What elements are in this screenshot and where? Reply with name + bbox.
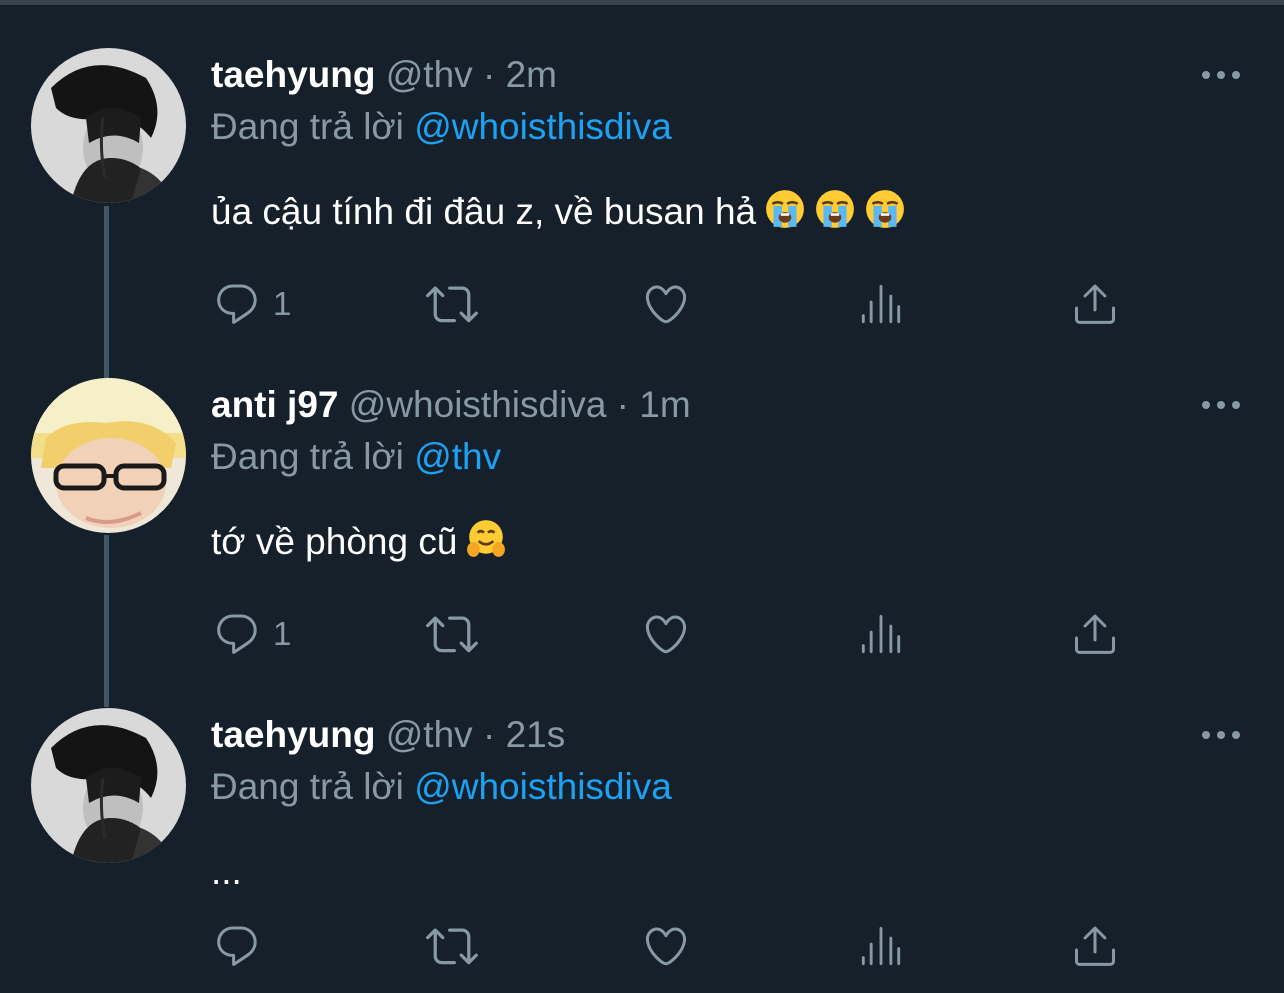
- tweet-text-content: ủa cậu tính đi đâu z, về busan hả: [211, 191, 757, 232]
- separator: ·: [482, 714, 496, 755]
- loudly-crying-face-icon: [864, 188, 906, 230]
- analytics-button[interactable]: [858, 920, 904, 972]
- retweet-button[interactable]: [426, 920, 478, 972]
- loudly-crying-face-icon: [814, 188, 856, 230]
- tweet[interactable]: taehyung @thv · 2m Đang trả lời @whoisth…: [0, 0, 1284, 330]
- timestamp[interactable]: 2m: [506, 54, 557, 95]
- analytics-button[interactable]: [858, 278, 904, 330]
- tweet-text: ...: [211, 847, 242, 897]
- display-name[interactable]: anti j97: [211, 384, 339, 425]
- tweet-actions: 1: [0, 608, 1284, 660]
- tweet-text: ủa cậu tính đi đâu z, về busan hả: [211, 187, 906, 237]
- retweet-icon: [426, 278, 478, 330]
- tweet-header: taehyung @thv · 2m: [211, 50, 557, 100]
- analytics-icon: [858, 923, 904, 969]
- reply-count: 1: [273, 285, 292, 322]
- avatar[interactable]: [31, 708, 186, 863]
- replying-to-label: Đang trả lời: [211, 106, 404, 147]
- display-name[interactable]: taehyung: [211, 714, 375, 755]
- replying-to: Đang trả lời @whoisthisdiva: [211, 102, 672, 152]
- loudly-crying-face-icon: [764, 188, 806, 230]
- timestamp[interactable]: 21s: [506, 714, 566, 755]
- replying-to: Đang trả lời @thv: [211, 432, 501, 482]
- tweet[interactable]: anti j97 @whoisthisdiva · 1m Đang trả lờ…: [0, 330, 1284, 660]
- reply-icon: [213, 280, 261, 328]
- replying-to-label: Đang trả lời: [211, 436, 404, 477]
- avatar-image: [31, 378, 186, 533]
- tweet-header: taehyung @thv · 21s: [211, 710, 565, 760]
- replying-to-mention[interactable]: @whoisthisdiva: [414, 106, 672, 147]
- share-icon: [1071, 922, 1119, 970]
- more-icon[interactable]: [1200, 390, 1242, 420]
- replying-to-mention[interactable]: @whoisthisdiva: [414, 766, 672, 807]
- reply-button[interactable]: [213, 920, 273, 972]
- avatar-image: [31, 48, 186, 203]
- more-icon[interactable]: [1200, 720, 1242, 750]
- analytics-icon: [858, 281, 904, 327]
- heart-icon: [642, 280, 690, 328]
- retweet-button[interactable]: [426, 278, 478, 330]
- heart-icon: [642, 922, 690, 970]
- reply-icon: [213, 922, 261, 970]
- like-button[interactable]: [642, 608, 690, 660]
- retweet-icon: [426, 920, 478, 972]
- heart-icon: [642, 610, 690, 658]
- share-button[interactable]: [1071, 278, 1119, 330]
- tweet-text: tớ về phòng cũ: [211, 517, 507, 567]
- retweet-button[interactable]: [426, 608, 478, 660]
- more-icon[interactable]: [1200, 60, 1242, 90]
- replying-to-label: Đang trả lời: [211, 766, 404, 807]
- reply-icon: [213, 610, 261, 658]
- user-handle[interactable]: @thv: [386, 54, 473, 95]
- retweet-icon: [426, 608, 478, 660]
- user-handle[interactable]: @thv: [386, 714, 473, 755]
- avatar[interactable]: [31, 378, 186, 533]
- like-button[interactable]: [642, 278, 690, 330]
- share-button[interactable]: [1071, 920, 1119, 972]
- tweet-header: anti j97 @whoisthisdiva · 1m: [211, 380, 691, 430]
- user-handle[interactable]: @whoisthisdiva: [349, 384, 607, 425]
- separator: ·: [482, 54, 496, 95]
- replying-to-mention[interactable]: @thv: [414, 436, 501, 477]
- reply-count: 1: [273, 615, 292, 652]
- share-icon: [1071, 610, 1119, 658]
- reply-button[interactable]: 1: [213, 608, 291, 660]
- reply-button[interactable]: 1: [213, 278, 291, 330]
- tweet-text-content: tớ về phòng cũ: [211, 521, 458, 562]
- tweet-actions: [0, 920, 1284, 972]
- separator: ·: [616, 384, 629, 425]
- avatar[interactable]: [31, 48, 186, 203]
- analytics-icon: [858, 611, 904, 657]
- avatar-image: [31, 708, 186, 863]
- share-icon: [1071, 280, 1119, 328]
- tweet-text-content: ...: [211, 851, 242, 892]
- timestamp[interactable]: 1m: [639, 384, 690, 425]
- tweet-actions: 1: [0, 278, 1284, 330]
- display-name[interactable]: taehyung: [211, 54, 375, 95]
- analytics-button[interactable]: [858, 608, 904, 660]
- like-button[interactable]: [642, 920, 690, 972]
- share-button[interactable]: [1071, 608, 1119, 660]
- hugging-face-icon: [465, 518, 507, 560]
- tweet[interactable]: taehyung @thv · 21s Đang trả lời @whoist…: [0, 660, 1284, 990]
- replying-to: Đang trả lời @whoisthisdiva: [211, 762, 672, 812]
